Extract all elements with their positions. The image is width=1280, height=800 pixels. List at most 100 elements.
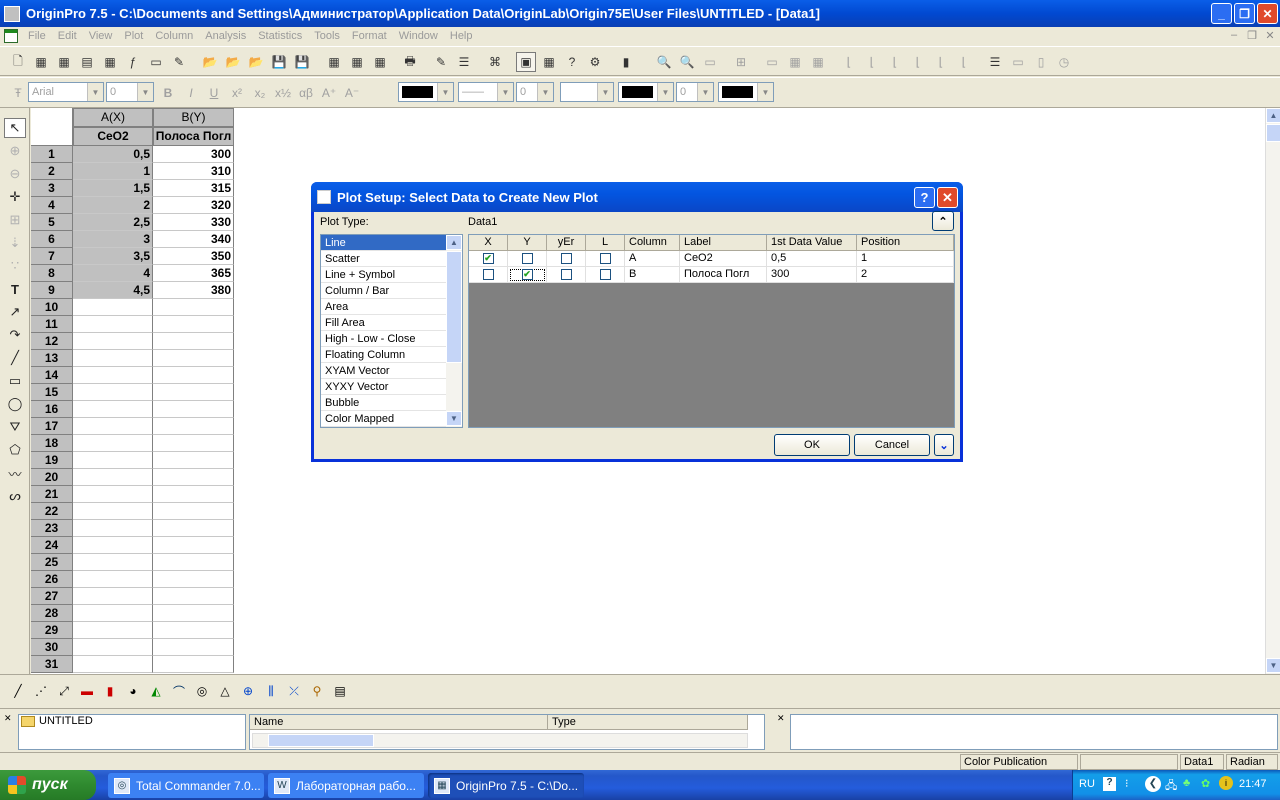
checkbox-l[interactable]	[599, 269, 611, 280]
save-icon[interactable]: 💾	[269, 52, 289, 72]
cell-b[interactable]: 300	[153, 146, 234, 163]
plot-type-item[interactable]: Area	[321, 299, 447, 315]
cell-a[interactable]	[73, 401, 153, 418]
cell-b[interactable]	[153, 384, 234, 401]
ternary-plot-icon[interactable]: △	[215, 681, 235, 701]
explorer-close-icon[interactable]: ✕	[4, 713, 12, 724]
font-size-select[interactable]: 0 ▼	[106, 82, 154, 102]
cell-a[interactable]	[73, 418, 153, 435]
line-tool-icon[interactable]: ╱	[4, 348, 26, 368]
merge-icon[interactable]: ▦	[785, 52, 805, 72]
show-hidden-icons-icon[interactable]: ❮	[1145, 776, 1161, 792]
line-style-select[interactable]: —— ▼	[458, 82, 514, 102]
line-symbol-plot-icon[interactable]: ⤢	[54, 681, 74, 701]
cell-a[interactable]	[73, 588, 153, 605]
grid-header[interactable]: yEr	[547, 235, 586, 251]
cell-a[interactable]	[73, 639, 153, 656]
column-plot-icon[interactable]: ▮	[100, 681, 120, 701]
refresh-icon[interactable]: ☰	[454, 52, 474, 72]
plot-type-list[interactable]: Line Scatter Line + Symbol Column / Bar Area…	[320, 234, 463, 428]
polar-plot-icon[interactable]: ◎	[192, 681, 212, 701]
open-icon[interactable]: 📂	[200, 52, 220, 72]
grid-header[interactable]: Position	[857, 235, 954, 251]
grid-header[interactable]: X	[469, 235, 508, 251]
cell-a[interactable]: 3	[73, 231, 153, 248]
cell-b[interactable]: 315	[153, 180, 234, 197]
task-word-document[interactable]: W Лабораторная рабо...	[268, 773, 424, 798]
clock[interactable]: 21:47	[1239, 778, 1267, 790]
zoom-plot-icon[interactable]: ⚲	[307, 681, 327, 701]
column-a-header[interactable]: A(X)	[73, 108, 153, 127]
help-icon[interactable]: ?	[1103, 777, 1116, 791]
polyline-tool-icon[interactable]: 〰	[4, 463, 26, 483]
add-right-y-icon[interactable]: ⌊	[862, 52, 882, 72]
arrange-icon[interactable]: ▯	[1031, 52, 1051, 72]
region-tool-icon[interactable]: ⬠	[4, 440, 26, 460]
grid-header[interactable]: L	[586, 235, 625, 251]
line-plot-icon[interactable]: ╱	[8, 681, 28, 701]
row-header[interactable]: 16	[31, 401, 73, 418]
grid-position-cell[interactable]: 2	[857, 267, 954, 283]
language-indicator[interactable]: RU	[1079, 778, 1095, 790]
row-header[interactable]: 17	[31, 418, 73, 435]
info-icon[interactable]: i	[1219, 776, 1233, 790]
cell-a[interactable]	[73, 554, 153, 571]
cell-a[interactable]	[73, 452, 153, 469]
cell-a[interactable]	[73, 469, 153, 486]
cell-a[interactable]: 1	[73, 163, 153, 180]
minimize-button[interactable]: _	[1211, 3, 1232, 24]
menu-file[interactable]: File	[22, 30, 52, 42]
new-project-icon[interactable]: 🗋	[8, 52, 28, 72]
column-a-name[interactable]: CeO2	[73, 127, 153, 146]
row-header[interactable]: 5	[31, 214, 73, 231]
cell-a[interactable]	[73, 503, 153, 520]
mdi-close-button[interactable]: ✕	[1262, 29, 1278, 43]
input-options-icon[interactable]: ⁝	[1125, 777, 1129, 790]
window-title-bar[interactable]: OriginPro 7.5 - C:\Documents and Setting…	[0, 0, 1280, 27]
mdi-minimize-button[interactable]: –	[1226, 29, 1242, 43]
scroll-down-icon[interactable]: ▼	[446, 411, 462, 426]
scroll-up-icon[interactable]: ▲	[1266, 108, 1280, 123]
cell-b[interactable]: 320	[153, 197, 234, 214]
duplicate-icon[interactable]: ✎	[431, 52, 451, 72]
scatter-plot-icon[interactable]: ⋰	[31, 681, 51, 701]
cell-b[interactable]	[153, 435, 234, 452]
open-template-icon[interactable]: 📂	[223, 52, 243, 72]
pattern-select[interactable]: ▼	[560, 82, 614, 102]
add-layer-icon[interactable]: ▭	[762, 52, 782, 72]
row-header[interactable]: 13	[31, 350, 73, 367]
cell-b[interactable]	[153, 299, 234, 316]
row-header[interactable]: 30	[31, 639, 73, 656]
data-reader-icon[interactable]: ⊞	[4, 210, 26, 230]
tray-app-icon[interactable]: ♣	[1183, 777, 1190, 789]
window-list[interactable]: Name Type	[249, 714, 765, 750]
row-header[interactable]: 1	[31, 146, 73, 163]
row-header[interactable]: 12	[31, 333, 73, 350]
grid-check-cell[interactable]	[508, 251, 547, 267]
pie-chart-icon[interactable]: ◕	[123, 681, 143, 701]
font-select[interactable]: Arial ▼	[28, 82, 104, 102]
data-selector-icon[interactable]: ⇣	[4, 233, 26, 253]
tray-app2-icon[interactable]: ✿	[1201, 777, 1210, 790]
greek-icon[interactable]: αβ	[296, 83, 316, 103]
folder-untitled[interactable]: UNTITLED	[39, 715, 93, 727]
cell-a[interactable]	[73, 384, 153, 401]
checkbox-x[interactable]: ✔	[482, 253, 494, 264]
row-header[interactable]: 3	[31, 180, 73, 197]
row-header[interactable]: 25	[31, 554, 73, 571]
new-worksheet-icon[interactable]: ▦	[31, 52, 51, 72]
plot-type-item[interactable]: Scatter	[321, 251, 447, 267]
fill-color-picker[interactable]: ▼	[618, 82, 674, 102]
cancel-button[interactable]: Cancel	[854, 434, 930, 456]
cell-a[interactable]	[73, 435, 153, 452]
line-width-select[interactable]: 0 ▼	[516, 82, 554, 102]
grid-check-cell[interactable]: ✔	[508, 267, 547, 283]
new-matrix-icon[interactable]: ▦	[100, 52, 120, 72]
extract-icon[interactable]: ▦	[808, 52, 828, 72]
cell-b[interactable]	[153, 554, 234, 571]
row-header[interactable]: 20	[31, 469, 73, 486]
menu-help[interactable]: Help	[444, 30, 479, 42]
print-icon[interactable]: 🖶	[400, 52, 420, 72]
cell-a[interactable]	[73, 571, 153, 588]
row-header[interactable]: 28	[31, 605, 73, 622]
